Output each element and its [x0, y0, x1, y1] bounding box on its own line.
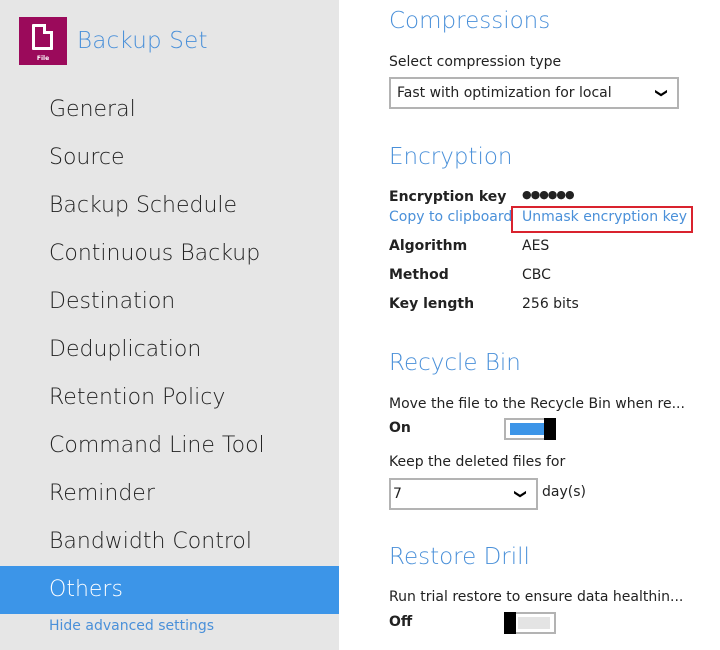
copy-to-clipboard-link[interactable]: Copy to clipboard	[389, 209, 512, 225]
restore-drill-toggle[interactable]	[504, 612, 556, 634]
sidebar-item-command-line-tool[interactable]: Command Line Tool	[0, 422, 339, 470]
restore-drill-title: Restore Drill	[389, 544, 530, 570]
sidebar-item-retention-policy[interactable]: Retention Policy	[0, 374, 339, 422]
recycle-bin-description: Move the file to the Recycle Bin when re…	[389, 396, 685, 412]
compression-type-label: Select compression type	[389, 54, 562, 70]
sidebar-item-general[interactable]: General	[0, 86, 339, 134]
encryption-key-label: Encryption key	[389, 189, 507, 205]
encryption-title: Encryption	[389, 144, 513, 170]
algorithm-label: Algorithm	[389, 238, 468, 254]
days-unit-label: day(s)	[542, 484, 586, 500]
keep-days-value: 7	[393, 486, 402, 502]
chevron-down-icon: ❯	[513, 488, 528, 500]
sidebar-item-source[interactable]: Source	[0, 134, 339, 182]
compression-type-value: Fast with optimization for local	[397, 85, 612, 101]
toggle-fill	[518, 617, 550, 629]
algorithm-value: AES	[522, 238, 550, 254]
compressions-title: Compressions	[389, 8, 551, 34]
recycle-bin-state-label: On	[389, 420, 411, 436]
sidebar-item-backup-schedule[interactable]: Backup Schedule	[0, 182, 339, 230]
chevron-down-icon: ❯	[654, 87, 669, 99]
encryption-key-value: ●●●●●●	[522, 188, 575, 201]
sidebar-item-bandwidth-control[interactable]: Bandwidth Control	[0, 518, 339, 566]
restore-drill-description: Run trial restore to ensure data healthi…	[389, 589, 684, 605]
key-length-label: Key length	[389, 296, 475, 312]
keep-deleted-files-label: Keep the deleted files for	[389, 454, 566, 470]
restore-drill-state-label: Off	[389, 614, 413, 630]
recycle-bin-toggle[interactable]	[504, 418, 556, 440]
file-icon: File	[19, 17, 67, 65]
sidebar: File Backup Set General Source Backup Sc…	[0, 0, 339, 650]
sidebar-item-reminder[interactable]: Reminder	[0, 470, 339, 518]
toggle-knob[interactable]	[544, 418, 556, 440]
sidebar-item-others[interactable]: Others	[0, 566, 339, 614]
keep-days-select[interactable]: 7 ❯	[389, 478, 538, 510]
key-length-value: 256 bits	[522, 296, 579, 312]
brand: File Backup Set	[19, 17, 208, 65]
hide-advanced-settings-link[interactable]: Hide advanced settings	[49, 618, 214, 634]
page-title: Backup Set	[77, 28, 208, 54]
sidebar-item-deduplication[interactable]: Deduplication	[0, 326, 339, 374]
sidebar-item-destination[interactable]: Destination	[0, 278, 339, 326]
toggle-fill	[510, 423, 544, 435]
method-label: Method	[389, 267, 449, 283]
sidebar-nav: General Source Backup Schedule Continuou…	[0, 86, 339, 614]
toggle-knob[interactable]	[504, 612, 516, 634]
compression-type-select[interactable]: Fast with optimization for local ❯	[389, 77, 679, 109]
recycle-bin-title: Recycle Bin	[389, 350, 521, 376]
method-value: CBC	[522, 267, 551, 283]
unmask-encryption-key-link[interactable]: Unmask encryption key	[522, 209, 687, 225]
sidebar-item-continuous-backup[interactable]: Continuous Backup	[0, 230, 339, 278]
